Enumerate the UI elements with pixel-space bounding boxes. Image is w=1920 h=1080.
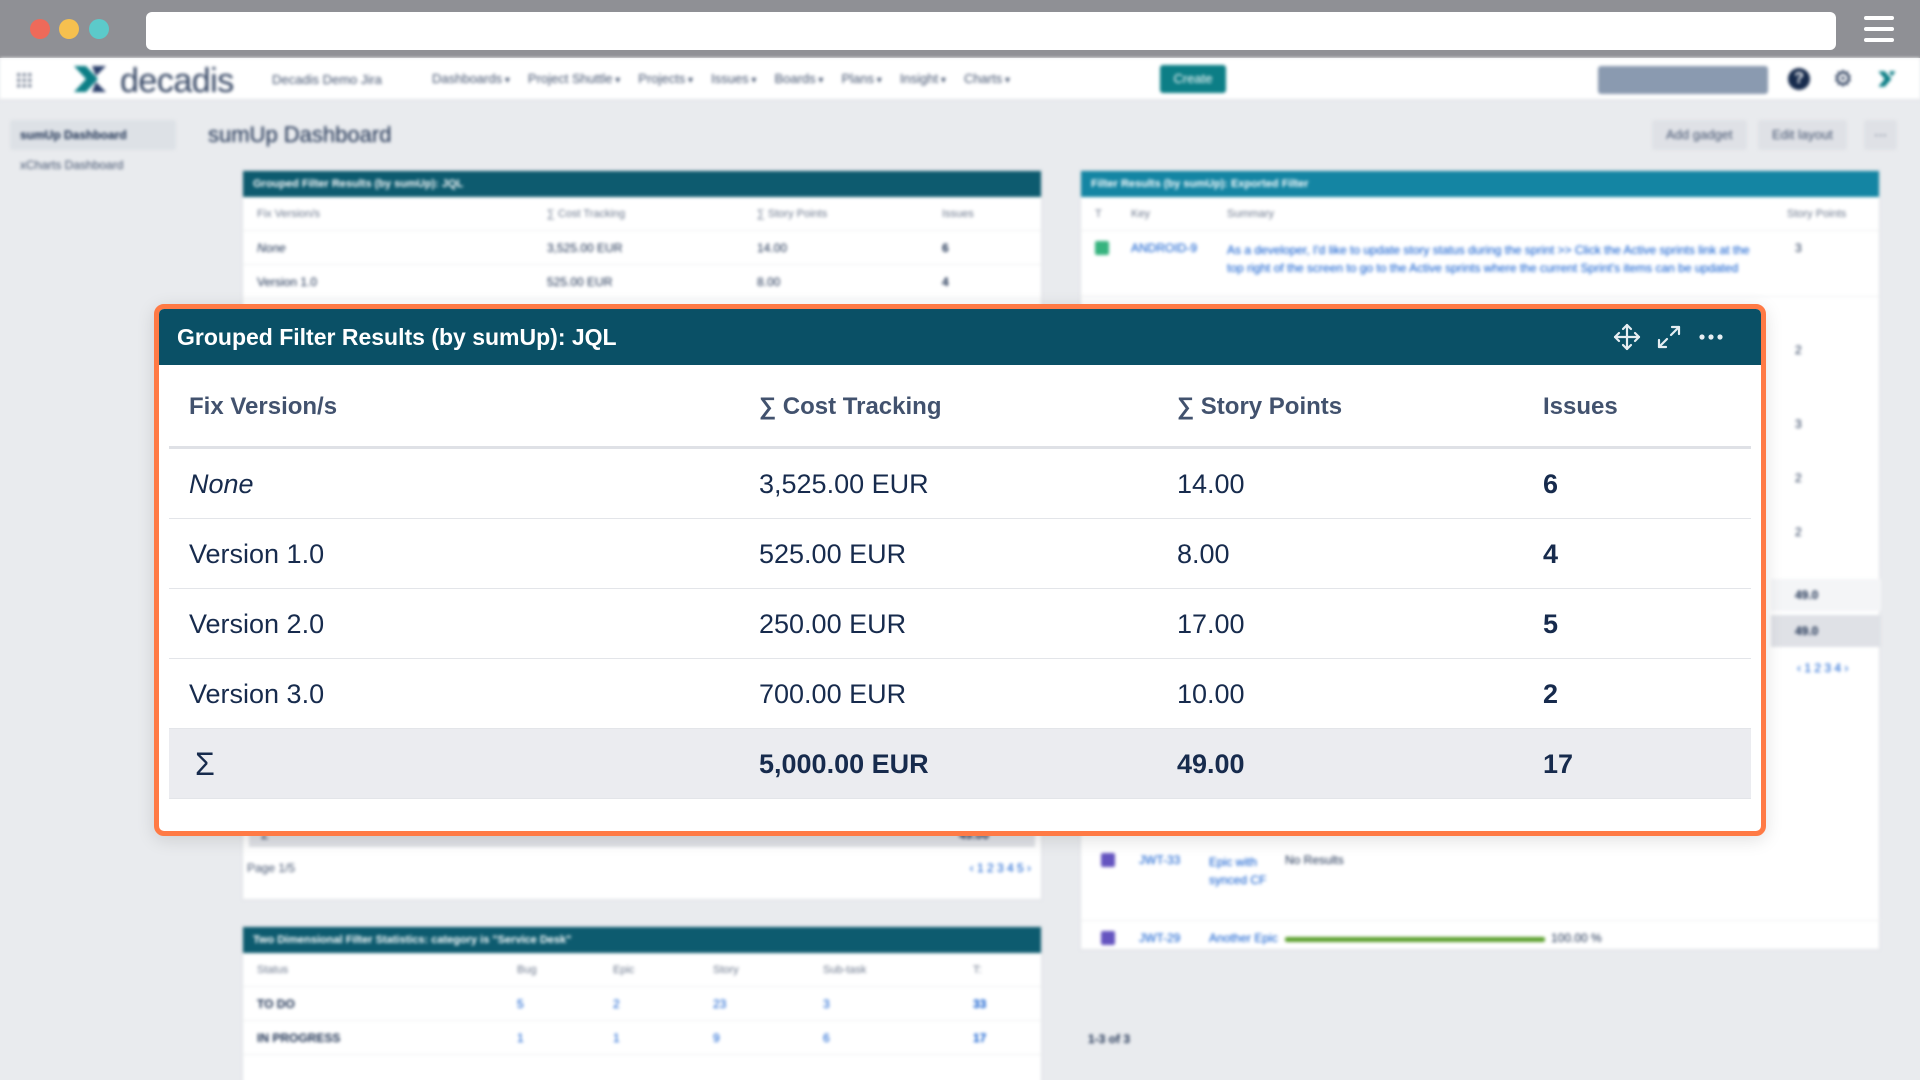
- issues-count-cell[interactable]: 6: [1543, 449, 1558, 519]
- issue-summary-link[interactable]: As a developer, I'd like to update story…: [1227, 241, 1767, 277]
- create-button[interactable]: Create: [1160, 65, 1226, 93]
- add-gadget-button[interactable]: Add gadget: [1652, 120, 1747, 150]
- gadget-header: Two Dimensional Filter Statistics: categ…: [243, 927, 1041, 953]
- epic-type-icon: [1101, 853, 1115, 867]
- story-type-icon: [1095, 241, 1109, 255]
- nav-project-shuttle[interactable]: Project Shuttle: [528, 71, 620, 86]
- table-row[interactable]: Version 3.0 700.00 EUR 10.00 2: [169, 659, 1751, 729]
- nav-plans[interactable]: Plans: [841, 71, 881, 86]
- pagination[interactable]: ‹ 1 2 3 4 5 ›: [970, 861, 1031, 875]
- profile-logo-icon[interactable]: [1876, 68, 1898, 90]
- search-input[interactable]: [1598, 66, 1768, 94]
- sidebar-item-xcharts-dashboard[interactable]: xCharts Dashboard: [10, 150, 176, 180]
- issue-key-link[interactable]: ANDROID-9: [1131, 241, 1211, 255]
- table-row: Fix Version/s ∑ Cost Tracking ∑ Story Po…: [243, 197, 1041, 231]
- total-issues-cell[interactable]: 17: [1543, 729, 1573, 799]
- table-row[interactable]: None 3,525.00 EUR 14.00 6: [169, 449, 1751, 519]
- issues-count-cell[interactable]: 2: [1543, 659, 1558, 729]
- logo-text: decadis: [120, 62, 234, 100]
- column-header-issues[interactable]: Issues: [1543, 365, 1618, 449]
- table-row[interactable]: Version 1.0 525.00 EUR 8.00 4: [169, 519, 1751, 589]
- top-navigation: decadis Decadis Demo Jira Dashboards Pro…: [0, 58, 1920, 100]
- sum-symbol: Σ: [195, 746, 215, 782]
- two-dimensional-gadget-background: Two Dimensional Filter Statistics: categ…: [242, 926, 1042, 1080]
- window-maximize-button[interactable]: [89, 19, 109, 39]
- nav-boards[interactable]: Boards: [774, 71, 823, 86]
- grouped-filter-results-gadget: Grouped Filter Results (by sumUp): JQL F…: [154, 304, 1766, 836]
- window-minimize-button[interactable]: [59, 19, 79, 39]
- table-row: TO DO 5 2 23 3 33: [243, 987, 1041, 1021]
- results-range: 1-3 of 3: [1088, 1032, 1131, 1046]
- table-row: T Key Summary Story Points: [1081, 197, 1879, 231]
- issues-count-cell[interactable]: 5: [1543, 589, 1558, 659]
- browser-chrome: [0, 0, 1920, 58]
- fix-version-cell: Version 1.0: [189, 539, 325, 569]
- cost-cell: 525.00 EUR: [759, 539, 907, 569]
- total-story-points-cell: 49.00: [1177, 749, 1245, 779]
- nav-projects[interactable]: Projects: [638, 71, 693, 86]
- table-header-row: Fix Version/s ∑ Cost Tracking ∑ Story Po…: [169, 365, 1751, 449]
- move-icon[interactable]: [1611, 321, 1643, 353]
- table-row: Status Bug Epic Story Sub-task T:: [243, 953, 1041, 987]
- site-name: Decadis Demo Jira: [272, 72, 382, 87]
- table-row: JWT-29 Another Epic 100.00 %: [1081, 923, 1881, 953]
- table-row: ANDROID-9 As a developer, I'd like to up…: [1081, 231, 1879, 297]
- column-header-cost-tracking[interactable]: ∑ Cost Tracking: [759, 365, 941, 449]
- nav-menu: Dashboards Project Shuttle Projects Issu…: [432, 71, 1010, 86]
- page-indicator: Page 1/5: [247, 861, 296, 875]
- table-row: IN PROGRESS 1 1 9 6 17: [243, 1021, 1041, 1055]
- fix-version-cell: Version 3.0: [189, 679, 325, 709]
- dashboard-sidebar: sumUp Dashboard xCharts Dashboard: [10, 120, 176, 180]
- sidebar-item-sumup-dashboard[interactable]: sumUp Dashboard: [10, 120, 176, 150]
- pagination[interactable]: ‹ 1 2 3 4 ›: [1797, 661, 1848, 675]
- progress-track: [1285, 923, 1545, 942]
- table-row[interactable]: Version 2.0 250.00 EUR 17.00 5: [169, 589, 1751, 659]
- page-title: sumUp Dashboard: [208, 122, 392, 147]
- table-row: Version 1.0 525.00 EUR 8.00 4: [243, 265, 1041, 299]
- gadget-title: Grouped Filter Results (by sumUp): JQL: [177, 324, 617, 350]
- more-options-icon[interactable]: [1695, 321, 1727, 353]
- total-row: Σ 5,000.00 EUR 49.00 17: [169, 729, 1751, 799]
- nav-dashboards[interactable]: Dashboards: [432, 71, 510, 86]
- window-close-button[interactable]: [30, 19, 50, 39]
- fix-version-cell: Version 2.0: [189, 609, 325, 639]
- epic-type-icon: [1101, 931, 1115, 945]
- total-cost-cell: 5,000.00 EUR: [759, 749, 929, 779]
- nav-charts[interactable]: Charts: [964, 71, 1010, 86]
- nav-issues[interactable]: Issues: [711, 71, 756, 86]
- browser-menu-icon[interactable]: [1864, 16, 1894, 42]
- progress-bar: [1285, 937, 1545, 942]
- column-header-fix-version[interactable]: Fix Version/s: [189, 365, 337, 449]
- column-header-story-points[interactable]: ∑ Story Points: [1177, 365, 1342, 449]
- issues-count-cell[interactable]: 4: [1543, 519, 1558, 589]
- cost-cell: 250.00 EUR: [759, 609, 907, 639]
- help-icon[interactable]: ?: [1788, 68, 1810, 90]
- story-points-cell: 14.00: [1177, 469, 1245, 499]
- story-points-cell: 10.00: [1177, 679, 1245, 709]
- table-row: None 3,525.00 EUR 14.00 6: [243, 231, 1041, 265]
- settings-gear-icon[interactable]: ⚙: [1832, 68, 1854, 90]
- maximize-icon[interactable]: [1653, 321, 1685, 353]
- story-points-cell: 17.00: [1177, 609, 1245, 639]
- fix-version-cell: None: [189, 469, 254, 499]
- cost-cell: 3,525.00 EUR: [759, 469, 929, 499]
- cost-cell: 700.00 EUR: [759, 679, 907, 709]
- decadis-logo-icon[interactable]: [72, 64, 112, 94]
- gadget-header: Grouped Filter Results (by sumUp): JQL: [243, 171, 1041, 197]
- gadget-header: Grouped Filter Results (by sumUp): JQL: [159, 309, 1761, 365]
- gadget-header: Filter Results (by sumUp): Exported Filt…: [1081, 171, 1879, 197]
- table-row: JWT-33 Epic with synced CF No Results: [1081, 831, 1881, 921]
- address-bar[interactable]: [146, 12, 1836, 50]
- app-switcher-icon[interactable]: [16, 72, 32, 88]
- story-points-cell: 8.00: [1177, 539, 1230, 569]
- nav-insight[interactable]: Insight: [900, 71, 946, 86]
- edit-layout-button[interactable]: Edit layout: [1758, 120, 1847, 150]
- more-options-button[interactable]: ···: [1864, 120, 1897, 150]
